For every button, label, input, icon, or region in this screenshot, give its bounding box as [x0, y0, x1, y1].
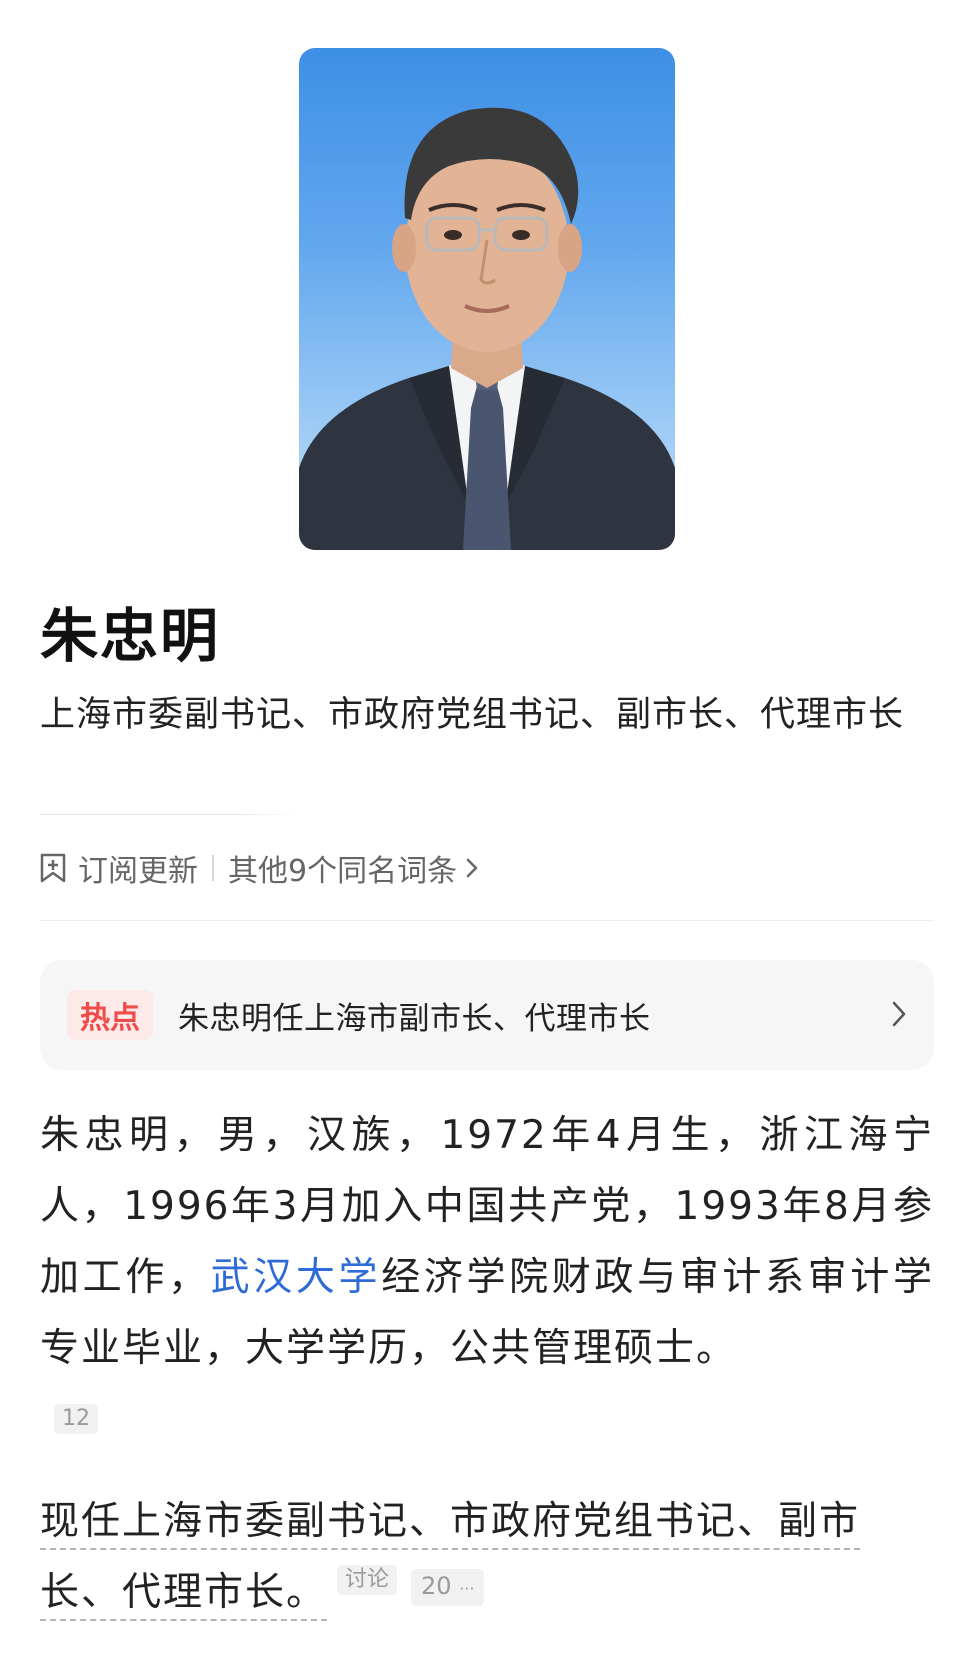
biography-paragraph: 朱忠明，男，汉族，1972年4月生，浙江海宁人，1996年3月加入中国共产党，1…: [40, 1100, 934, 1384]
discussion-count-badge[interactable]: 20 ···: [411, 1569, 485, 1606]
profile-photo[interactable]: [299, 48, 675, 550]
discussion-count: 20: [421, 1572, 452, 1600]
same-name-entries-link[interactable]: 其他9个同名词条: [228, 846, 479, 890]
more-dots: ···: [459, 1579, 475, 1598]
current-position-paragraph: 现任上海市委副书记、市政府党组书记、副市长、代理市长。 讨论 20 ···: [40, 1486, 934, 1628]
citation-badge[interactable]: 12: [54, 1404, 98, 1434]
position-summary: 上海市委副书记、市政府党组书记、副市长、代理市长: [40, 695, 905, 735]
portrait-illustration: [299, 107, 675, 550]
entry-actions: 订阅更新 其他9个同名词条: [40, 846, 479, 890]
same-name-label: 其他9个同名词条: [228, 854, 458, 889]
chevron-right-icon: [465, 857, 479, 879]
subscribe-label: 订阅更新: [78, 854, 198, 889]
separator: [212, 855, 214, 881]
hot-news-card[interactable]: 热点 朱忠明任上海市副市长、代理市长: [40, 960, 934, 1070]
hot-headline: 朱忠明任上海市副市长、代理市长: [178, 1000, 651, 1037]
subscribe-button[interactable]: 订阅更新: [40, 846, 198, 890]
page-title: 朱忠明: [40, 602, 221, 670]
wuhan-university-link[interactable]: 武汉大学: [211, 1255, 382, 1300]
chevron-right-icon: [890, 997, 908, 1035]
bookmark-plus-icon: [40, 853, 66, 883]
divider: [40, 920, 934, 921]
hot-badge: 热点: [67, 990, 153, 1040]
discuss-tag[interactable]: 讨论: [337, 1565, 398, 1595]
divider: [40, 814, 302, 815]
